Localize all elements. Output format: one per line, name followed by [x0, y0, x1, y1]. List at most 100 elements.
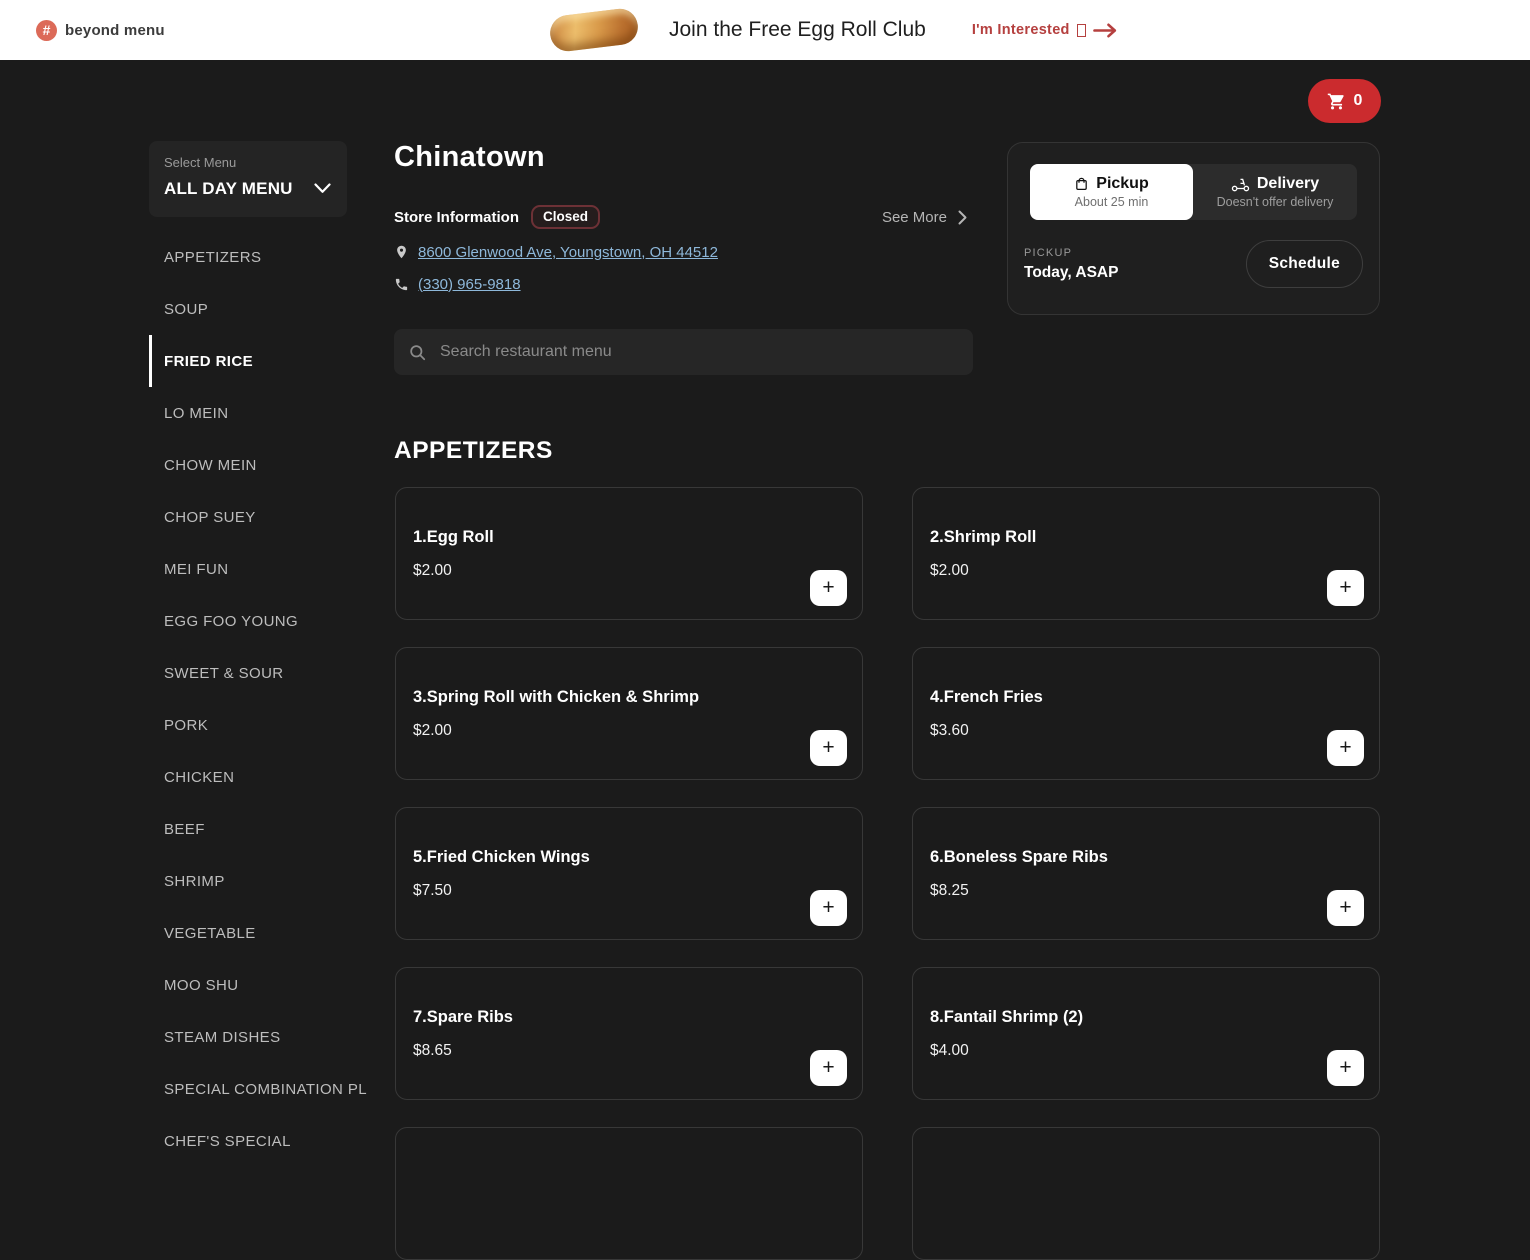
sidebar-item-steam-dishes[interactable]: STEAM DISHES — [149, 1011, 347, 1063]
menu-item-price: $2.00 — [413, 562, 452, 579]
store-info-label: Store Information — [394, 208, 520, 226]
scooter-icon — [1231, 178, 1250, 191]
beyondmenu-logo-text: beyond menu — [65, 21, 165, 39]
sidebar-item-vegetable[interactable]: VEGETABLE — [149, 907, 347, 959]
sidebar-item-shrimp[interactable]: SHRIMP — [149, 855, 347, 907]
menu-item-name: 6.Boneless Spare Ribs — [930, 848, 1108, 866]
menu-item-card-partial — [912, 1127, 1380, 1260]
section-title: APPETIZERS — [394, 437, 553, 464]
menu-item-name: 4.French Fries — [930, 688, 1043, 706]
cart-button[interactable]: 0 — [1308, 79, 1381, 123]
cart-count: 0 — [1353, 92, 1363, 109]
sidebar-item-egg-foo-young[interactable]: EGG FOO YOUNG — [149, 595, 347, 647]
add-item-button[interactable]: + — [810, 1050, 847, 1086]
chevron-down-icon — [314, 183, 331, 193]
store-name-heading: Chinatown — [394, 141, 545, 173]
sidebar-item-chop-suey[interactable]: CHOP SUEY — [149, 491, 347, 543]
chevron-right-icon — [958, 210, 967, 224]
pickup-label: Pickup — [1096, 175, 1149, 192]
sidebar-item-fried-rice[interactable]: FRIED RICE — [149, 335, 347, 387]
add-item-button[interactable]: + — [1327, 1050, 1364, 1086]
address-row: 8600 Glenwood Ave, Youngstown, OH 44512 — [394, 241, 718, 263]
menu-select-dropdown[interactable]: Select Menu ALL DAY MENU — [149, 141, 347, 217]
menu-item-price: $2.00 — [930, 562, 969, 579]
pickup-tab[interactable]: Pickup About 25 min — [1030, 164, 1193, 220]
menu-item-price: $8.65 — [413, 1042, 452, 1059]
beyondmenu-logo: beyond menu — [36, 0, 165, 60]
menu-item-price: $8.25 — [930, 882, 969, 899]
status-badge: Closed — [531, 205, 601, 229]
add-item-button[interactable]: + — [810, 890, 847, 926]
address-link[interactable]: 8600 Glenwood Ave, Youngstown, OH 44512 — [418, 244, 718, 261]
cart-icon — [1327, 93, 1344, 109]
menu-item-card: 1.Egg Roll $2.00 + — [395, 487, 863, 620]
location-pin-icon — [397, 245, 406, 259]
promo-topbar: beyond menu Join the Free Egg Roll Club … — [0, 0, 1530, 60]
phone-row: (330) 965-9818 — [394, 273, 521, 295]
pickup-eta: About 25 min — [1074, 195, 1149, 209]
menu-item-name: 7.Spare Ribs — [413, 1008, 513, 1026]
menu-item-price: $4.00 — [930, 1042, 969, 1059]
promo-title: Join the Free Egg Roll Club — [669, 18, 926, 41]
pickup-time-value: Today, ASAP — [1024, 263, 1119, 281]
phone-icon — [395, 278, 408, 290]
menu-item-name: 3.Spring Roll with Chicken & Shrimp — [413, 688, 700, 706]
menu-item-price: $7.50 — [413, 882, 452, 899]
category-nav: APPETIZERS SOUP FRIED RICE LO MEIN CHOW MEIN… — [149, 231, 367, 1167]
add-item-button[interactable]: + — [810, 570, 847, 606]
menu-item-card: 4.French Fries $3.60 + — [912, 647, 1380, 780]
sidebar-item-moo-shu[interactable]: MOO SHU — [149, 959, 347, 1011]
menu-item-card: 6.Boneless Spare Ribs $8.25 + — [912, 807, 1380, 940]
menu-grid: 1.Egg Roll $2.00 +2.Shrimp Roll $2.00 +3.Spr… — [395, 487, 1380, 1260]
delivery-label: Delivery — [1256, 175, 1320, 192]
bag-icon — [1076, 177, 1088, 190]
sidebar-item-mei-fun[interactable]: MEI FUN — [149, 543, 347, 595]
menu-item-card-partial — [395, 1127, 863, 1260]
menu-item-card: 5.Fried Chicken Wings $7.50 + — [395, 807, 863, 940]
pickup-caps-label: PICKUP — [1024, 246, 1073, 259]
sidebar-item-lo-mein[interactable]: LO MEIN — [149, 387, 347, 439]
menu-item-price: $3.60 — [930, 722, 969, 739]
menu-search — [394, 329, 973, 375]
sidebar-item-chef-s-special[interactable]: CHEF'S SPECIAL — [149, 1115, 347, 1167]
egg-roll-club-promo: Join the Free Egg Roll Club I'm Interest… — [548, 0, 1124, 60]
sidebar-item-pork[interactable]: PORK — [149, 699, 347, 751]
im-interested-button[interactable]: I'm Interested — [966, 21, 1124, 39]
sidebar-item-chicken[interactable]: CHICKEN — [149, 751, 347, 803]
menu-item-name: 1.Egg Roll — [413, 528, 494, 546]
sidebar-item-soup[interactable]: SOUP — [149, 283, 347, 335]
sidebar-item-chow-mein[interactable]: CHOW MEIN — [149, 439, 347, 491]
phone-link[interactable]: (330) 965-9818 — [418, 276, 521, 293]
fulfillment-toggle: Pickup About 25 min Delivery Doesn't off… — [1030, 164, 1357, 220]
menu-item-name: 2.Shrimp Roll — [930, 528, 1037, 546]
menu-item-card: 3.Spring Roll with Chicken & Shrimp $2.00… — [395, 647, 863, 780]
fulfillment-card: Pickup About 25 min Delivery Doesn't off… — [1007, 142, 1380, 315]
add-item-button[interactable]: + — [1327, 890, 1364, 926]
schedule-button[interactable]: Schedule — [1245, 240, 1363, 288]
category-sidebar: Select Menu ALL DAY MENU APPETIZERS SOUP F… — [149, 141, 367, 1167]
see-more-label: See More — [881, 208, 947, 226]
menu-select-label: Select Menu — [164, 155, 237, 170]
menu-item-price: $2.00 — [413, 722, 452, 739]
add-item-button[interactable]: + — [1327, 730, 1364, 766]
search-icon — [410, 344, 426, 360]
sidebar-item-special-combination-pl[interactable]: SPECIAL COMBINATION PL — [149, 1063, 367, 1115]
beyondmenu-logo-icon — [36, 19, 57, 41]
add-item-button[interactable]: + — [1327, 570, 1364, 606]
menu-item-card: 2.Shrimp Roll $2.00 + — [912, 487, 1380, 620]
search-input[interactable] — [438, 342, 959, 362]
sidebar-item-beef[interactable]: BEEF — [149, 803, 347, 855]
sidebar-item-appetizers[interactable]: APPETIZERS — [149, 231, 347, 283]
delivery-note: Doesn't offer delivery — [1216, 195, 1334, 209]
missing-glyph-box — [1076, 23, 1086, 37]
menu-item-card: 8.Fantail Shrimp (2) $4.00 + — [912, 967, 1380, 1100]
menu-select-value: ALL DAY MENU — [164, 179, 293, 198]
fulfillment-bottom-row: PICKUP Today, ASAP Schedule — [1024, 240, 1363, 288]
sidebar-item-sweet-sour[interactable]: SWEET & SOUR — [149, 647, 347, 699]
see-more-button[interactable]: See More — [876, 208, 973, 227]
menu-item-name: 5.Fried Chicken Wings — [413, 848, 590, 866]
store-info-row: Store Information Closed See More — [394, 205, 973, 229]
delivery-tab[interactable]: Delivery Doesn't offer delivery — [1193, 164, 1357, 220]
add-item-button[interactable]: + — [810, 730, 847, 766]
im-interested-label: I'm Interested — [971, 22, 1070, 38]
